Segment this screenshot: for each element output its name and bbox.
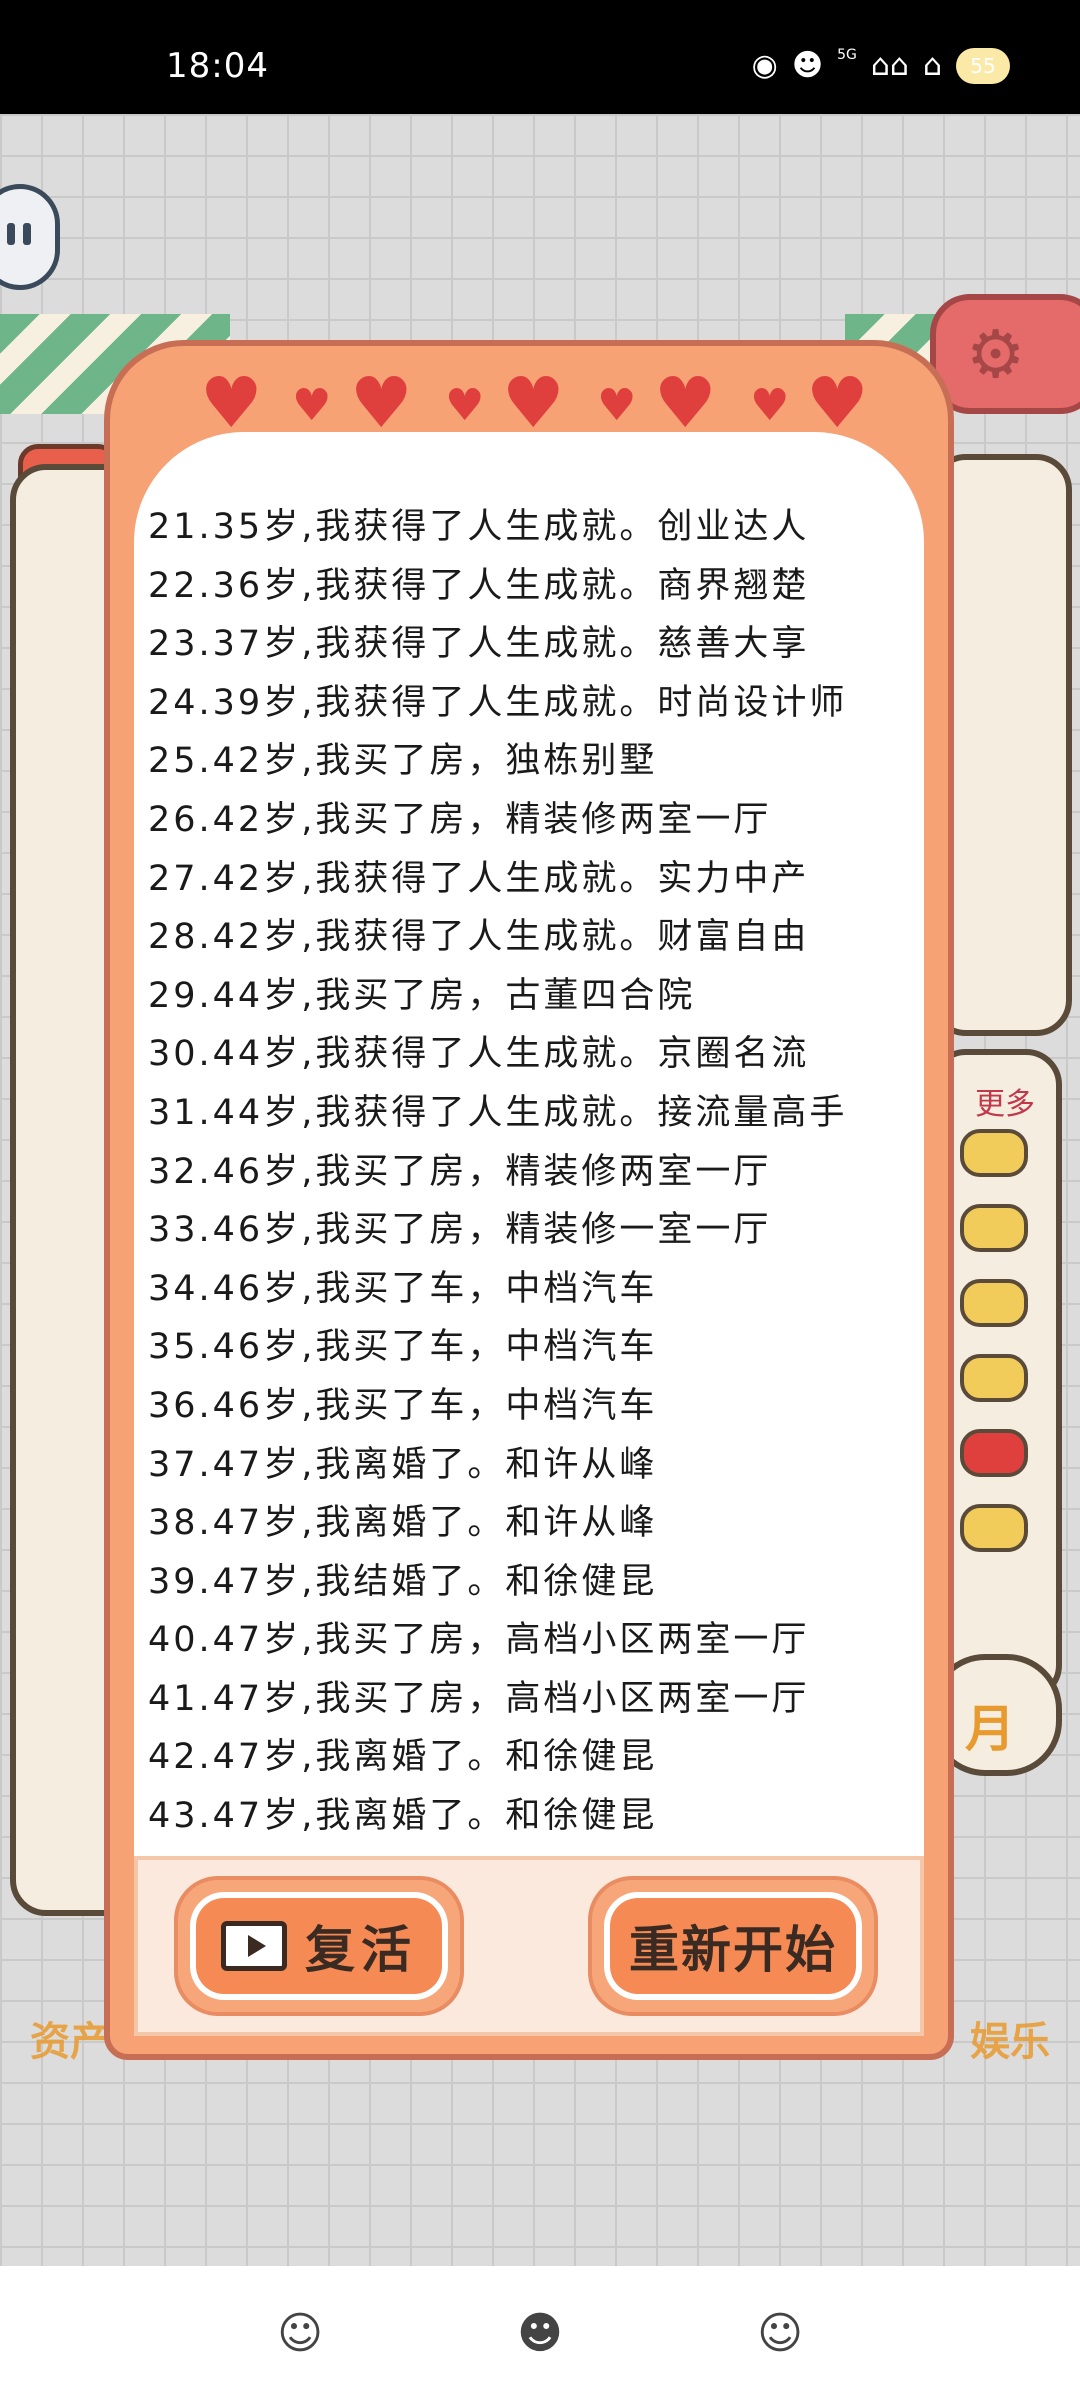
restart-button-face: 重新开始: [610, 1898, 856, 1994]
attribute-bar: [960, 1354, 1028, 1402]
month-label: 月: [965, 1700, 1015, 1758]
pause-icon-bar: [23, 223, 31, 245]
list-item: 33.46岁,我买了房，精装修一室一厅: [148, 1210, 772, 1251]
network-type: 5G: [837, 47, 857, 63]
heart-icon: ♥: [292, 380, 332, 431]
wifi-icon: ⌂: [922, 48, 942, 83]
list-item: 26.42岁,我买了房，精装修两室一厅: [148, 799, 772, 840]
attribute-bar: [960, 1129, 1028, 1177]
list-item: 29.44岁,我买了房，古董四合院: [148, 975, 696, 1016]
hearts-decoration: ♥ ♥ ♥ ♥ ♥ ♥ ♥ ♥ ♥: [200, 368, 980, 438]
list-item: 23.37岁,我获得了人生成就。慈善大享: [148, 624, 810, 665]
status-time: 18:04: [166, 46, 269, 86]
heart-icon: ♥: [350, 362, 413, 444]
list-item: 39.47岁,我结婚了。和徐健昆: [148, 1561, 658, 1602]
video-icon: [221, 1921, 287, 1971]
dialog-actions: 复活 重新开始: [134, 1856, 924, 2036]
list-item: 32.46岁,我买了房，精装修两室一厅: [148, 1151, 772, 1192]
pause-icon: [7, 223, 15, 245]
log-panel[interactable]: 21.35岁,我获得了人生成就。创业达人 22.36岁,我获得了人生成就。商界翘…: [134, 432, 924, 1962]
list-item: 31.44岁,我获得了人生成就。接流量高手: [148, 1092, 848, 1133]
list-item: 43.47岁,我离婚了。和徐健昆: [148, 1796, 658, 1837]
life-log-dialog: ♥ ♥ ♥ ♥ ♥ ♥ ♥ ♥ ♥ 21.35岁,我获得了人生成就。创业达人 2…: [104, 340, 954, 2060]
list-item: 21.35岁,我获得了人生成就。创业达人: [148, 507, 810, 547]
list-item: 22.36岁,我获得了人生成就。商界翘楚: [148, 565, 810, 606]
revive-label: 复活: [305, 1921, 417, 1979]
heart-icon: ♥: [502, 362, 565, 444]
pause-button[interactable]: [0, 184, 60, 290]
heart-icon: ♥: [750, 380, 790, 431]
list-item: 25.42岁,我买了房，独栋别墅: [148, 741, 658, 782]
restart-button[interactable]: 重新开始: [588, 1876, 878, 2016]
revive-button-frame: 复活: [190, 1892, 448, 2000]
nav-home-icon[interactable]: ☻: [517, 2308, 563, 2359]
list-item: 41.47岁,我买了房，高档小区两室一厅: [148, 1678, 810, 1719]
revive-button[interactable]: 复活: [174, 1876, 464, 2016]
list-item: 24.39岁,我获得了人生成就。时尚设计师: [148, 682, 848, 723]
tab-assets[interactable]: 资产: [30, 2009, 110, 2067]
heart-icon: ♥: [597, 380, 637, 431]
attribute-bar: [960, 1279, 1028, 1327]
list-item: 38.47岁,我离婚了。和许从峰: [148, 1503, 658, 1544]
list-item: 40.47岁,我买了房，高档小区两室一厅: [148, 1620, 810, 1661]
restart-button-frame: 重新开始: [604, 1892, 862, 2000]
list-item: 34.46岁,我买了车，中档汽车: [148, 1268, 658, 1309]
pet-icon: ☻: [791, 48, 824, 83]
tab-entertainment[interactable]: 娱乐: [970, 2009, 1050, 2067]
list-item: 35.46岁,我买了车，中档汽车: [148, 1327, 658, 1368]
revive-button-face: 复活: [196, 1898, 442, 1994]
heart-icon: ♥: [806, 362, 869, 444]
attribute-bar: [960, 1504, 1028, 1552]
list-item: 42.47岁,我离婚了。和徐健昆: [148, 1737, 658, 1778]
attribute-bar: [960, 1204, 1028, 1252]
restart-label: 重新开始: [629, 1921, 837, 1979]
heart-icon: ♥: [654, 362, 717, 444]
nav-back-icon[interactable]: ☺: [277, 2308, 323, 2359]
list-item: 27.42岁,我获得了人生成就。实力中产: [148, 858, 810, 899]
heart-icon: ♥: [200, 362, 263, 444]
status-icons: ◉ ☻ 5G ⌂⌂ ⌂ 55: [752, 48, 1010, 84]
list-item: 37.47岁,我离婚了。和许从峰: [148, 1444, 658, 1485]
nav-recents-icon[interactable]: ☺: [757, 2308, 803, 2359]
list-item: 36.46岁,我买了车，中档汽车: [148, 1385, 658, 1426]
more-link[interactable]: 更多: [975, 1079, 1035, 1123]
signal-icon: ⌂⌂: [870, 48, 909, 83]
eye-icon: ◉: [751, 48, 778, 83]
attribute-bar: [960, 1429, 1028, 1477]
status-bar: 18:04 ◉ ☻ 5G ⌂⌂ ⌂ 55: [0, 0, 1080, 114]
heart-icon: ♥: [445, 380, 485, 431]
navigation-bar: ☺ ☻ ☺: [0, 2266, 1080, 2400]
list-item: 28.42岁,我获得了人生成就。财富自由: [148, 917, 810, 958]
list-item: 30.44岁,我获得了人生成就。京圈名流: [148, 1034, 810, 1075]
life-event-list: 21.35岁,我获得了人生成就。创业达人 22.36岁,我获得了人生成就。商界翘…: [148, 498, 847, 1846]
battery-icon: 55: [956, 48, 1010, 84]
